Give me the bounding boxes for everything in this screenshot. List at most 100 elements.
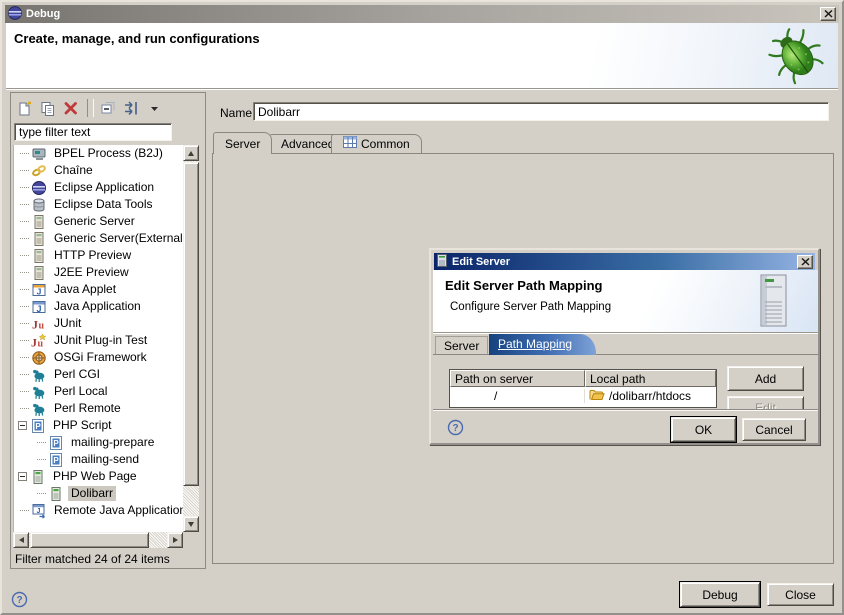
tab-server[interactable]: Server [213, 132, 272, 154]
dialog-subheading: Configure Server Path Mapping [450, 301, 611, 313]
tree-item-php-web-page[interactable]: PHP Web Page [14, 468, 183, 485]
edit-server-dialog: Edit Server Edit Server Path Mapping Con… [429, 248, 820, 445]
dialog-close-button[interactable] [797, 255, 813, 269]
horizontal-scrollbar[interactable] [13, 532, 183, 548]
table-icon [343, 135, 357, 153]
dialog-tab-path-mapping[interactable]: Path Mapping [489, 334, 596, 355]
tree-item-bpel-process-b2j[interactable]: BPEL Process (B2J) [14, 145, 183, 162]
delete-icon[interactable] [60, 97, 82, 119]
tree-item-dolibarr[interactable]: Dolibarr [14, 485, 183, 502]
tree-item-java-applet[interactable]: J Java Applet [14, 281, 183, 298]
tree-item-generic-server-external-la[interactable]: Generic Server(External La [14, 230, 183, 247]
chain-icon [31, 163, 47, 179]
tree-item-label: OSGi Framework [51, 350, 150, 365]
tree-item-label: Perl CGI [51, 367, 103, 382]
tree-item-perl-cgi[interactable]: Perl CGI [14, 366, 183, 383]
toolbar-separator [87, 99, 94, 117]
table-header: Path on server Local path [450, 370, 716, 387]
php-icon: P [48, 452, 64, 468]
tree-item-label: BPEL Process (B2J) [51, 146, 166, 161]
tree-item-label: Java Applet [51, 282, 119, 297]
scroll-up-button[interactable] [183, 145, 199, 161]
vertical-scrollbar[interactable] [183, 145, 199, 532]
eclipse-icon [8, 6, 22, 23]
server-icon [31, 248, 47, 264]
tree-item-j2ee-preview[interactable]: J2EE Preview [14, 264, 183, 281]
dialog-heading: Edit Server Path Mapping [445, 278, 602, 293]
tree-item-eclipse-application[interactable]: Eclipse Application [14, 179, 183, 196]
tree-item-perl-local[interactable]: Perl Local [14, 383, 183, 400]
column-path-on-server[interactable]: Path on server [450, 370, 585, 387]
new-config-icon[interactable] [14, 97, 36, 119]
tree-connector [20, 391, 29, 392]
tree-connector [20, 323, 29, 324]
tree-item-generic-server[interactable]: Generic Server [14, 213, 183, 230]
tree-connector [37, 493, 46, 494]
cancel-button[interactable]: Cancel [742, 418, 806, 441]
tab-common[interactable]: Common [331, 134, 422, 153]
collapse-expander-icon[interactable] [18, 472, 27, 481]
tree-item-mailing-prepare[interactable]: Pmailing-prepare [14, 434, 183, 451]
tree-connector [20, 170, 29, 171]
tree-item-label: Perl Remote [51, 401, 124, 416]
java-icon: J [31, 299, 47, 315]
svg-text:J: J [37, 507, 41, 514]
svg-text:P: P [35, 421, 41, 430]
tree-item-eclipse-data-tools[interactable]: Eclipse Data Tools [14, 196, 183, 213]
sidebar-toolbar [14, 96, 165, 120]
svg-text:J: J [36, 304, 41, 314]
local-path-text: /dolibarr/htdocs [609, 389, 691, 403]
vertical-scroll-thumb[interactable] [183, 162, 199, 486]
tree-connector [20, 289, 29, 290]
filter-input[interactable] [14, 123, 172, 141]
tree-item-mailing-send[interactable]: Pmailing-send [14, 451, 183, 468]
tree-item-label: Perl Local [51, 384, 110, 399]
scroll-down-button[interactable] [183, 516, 199, 532]
duplicate-icon[interactable] [37, 97, 59, 119]
tree-item-junit[interactable]: JuJUnit [14, 315, 183, 332]
tree-connector [37, 442, 46, 443]
tree-item-remote-java-application[interactable]: JRemote Java Application [14, 502, 183, 519]
dialog-header: Edit Server Path Mapping Configure Serve… [433, 270, 820, 333]
tree-item-perl-remote[interactable]: Perl Remote [14, 400, 183, 417]
tree-item-php-script[interactable]: P PHP Script [14, 417, 183, 434]
help-icon[interactable]: ? [447, 419, 464, 436]
horizontal-scroll-thumb[interactable] [30, 532, 149, 548]
window-titlebar: Debug [5, 5, 839, 23]
dialog-tab-server[interactable]: Server [435, 336, 488, 354]
collapse-expander-icon[interactable] [18, 421, 27, 430]
ok-button[interactable]: OK [671, 417, 736, 442]
scroll-right-button[interactable] [167, 532, 183, 548]
column-local-path[interactable]: Local path [585, 370, 716, 387]
tree-item-label: PHP Script [50, 418, 114, 433]
server-icon [31, 231, 47, 247]
phpweb-icon [48, 486, 64, 502]
name-input[interactable] [253, 102, 829, 121]
debug-button[interactable]: Debug [680, 582, 760, 607]
svg-text:P: P [53, 455, 59, 464]
tree-item-label: Java Application [51, 299, 144, 314]
tree-item-java-application[interactable]: J Java Application [14, 298, 183, 315]
phpweb-icon [30, 469, 46, 485]
tree-item-label: J2EE Preview [51, 265, 132, 280]
tree-item-junit-plug-in-test[interactable]: JuJUnit Plug-in Test [14, 332, 183, 349]
name-label: Name: [220, 106, 255, 120]
mapping-row[interactable]: //dolibarr/htdocs [450, 387, 716, 404]
server-icon [31, 214, 47, 230]
collapse-all-icon[interactable] [97, 97, 119, 119]
tree-item-cha-ne[interactable]: Chaîne [14, 162, 183, 179]
path-mapping-table: Path on server Local path //dolibarr/htd… [449, 369, 717, 408]
tree-connector [20, 255, 29, 256]
svg-text:J: J [37, 286, 42, 296]
close-button[interactable]: Close [767, 583, 834, 606]
eclipse-icon [31, 180, 47, 196]
scroll-left-button[interactable] [13, 532, 29, 548]
tree-item-label: Eclipse Data Tools [51, 197, 156, 212]
window-close-button[interactable] [820, 7, 836, 21]
filter-icon[interactable] [120, 97, 142, 119]
menu-arrow-icon[interactable] [143, 97, 165, 119]
help-icon[interactable]: ? [11, 591, 28, 608]
tree-item-osgi-framework[interactable]: OSGi Framework [14, 349, 183, 366]
tree-item-http-preview[interactable]: HTTP Preview [14, 247, 183, 264]
add-mapping-button[interactable]: Add [727, 366, 804, 391]
